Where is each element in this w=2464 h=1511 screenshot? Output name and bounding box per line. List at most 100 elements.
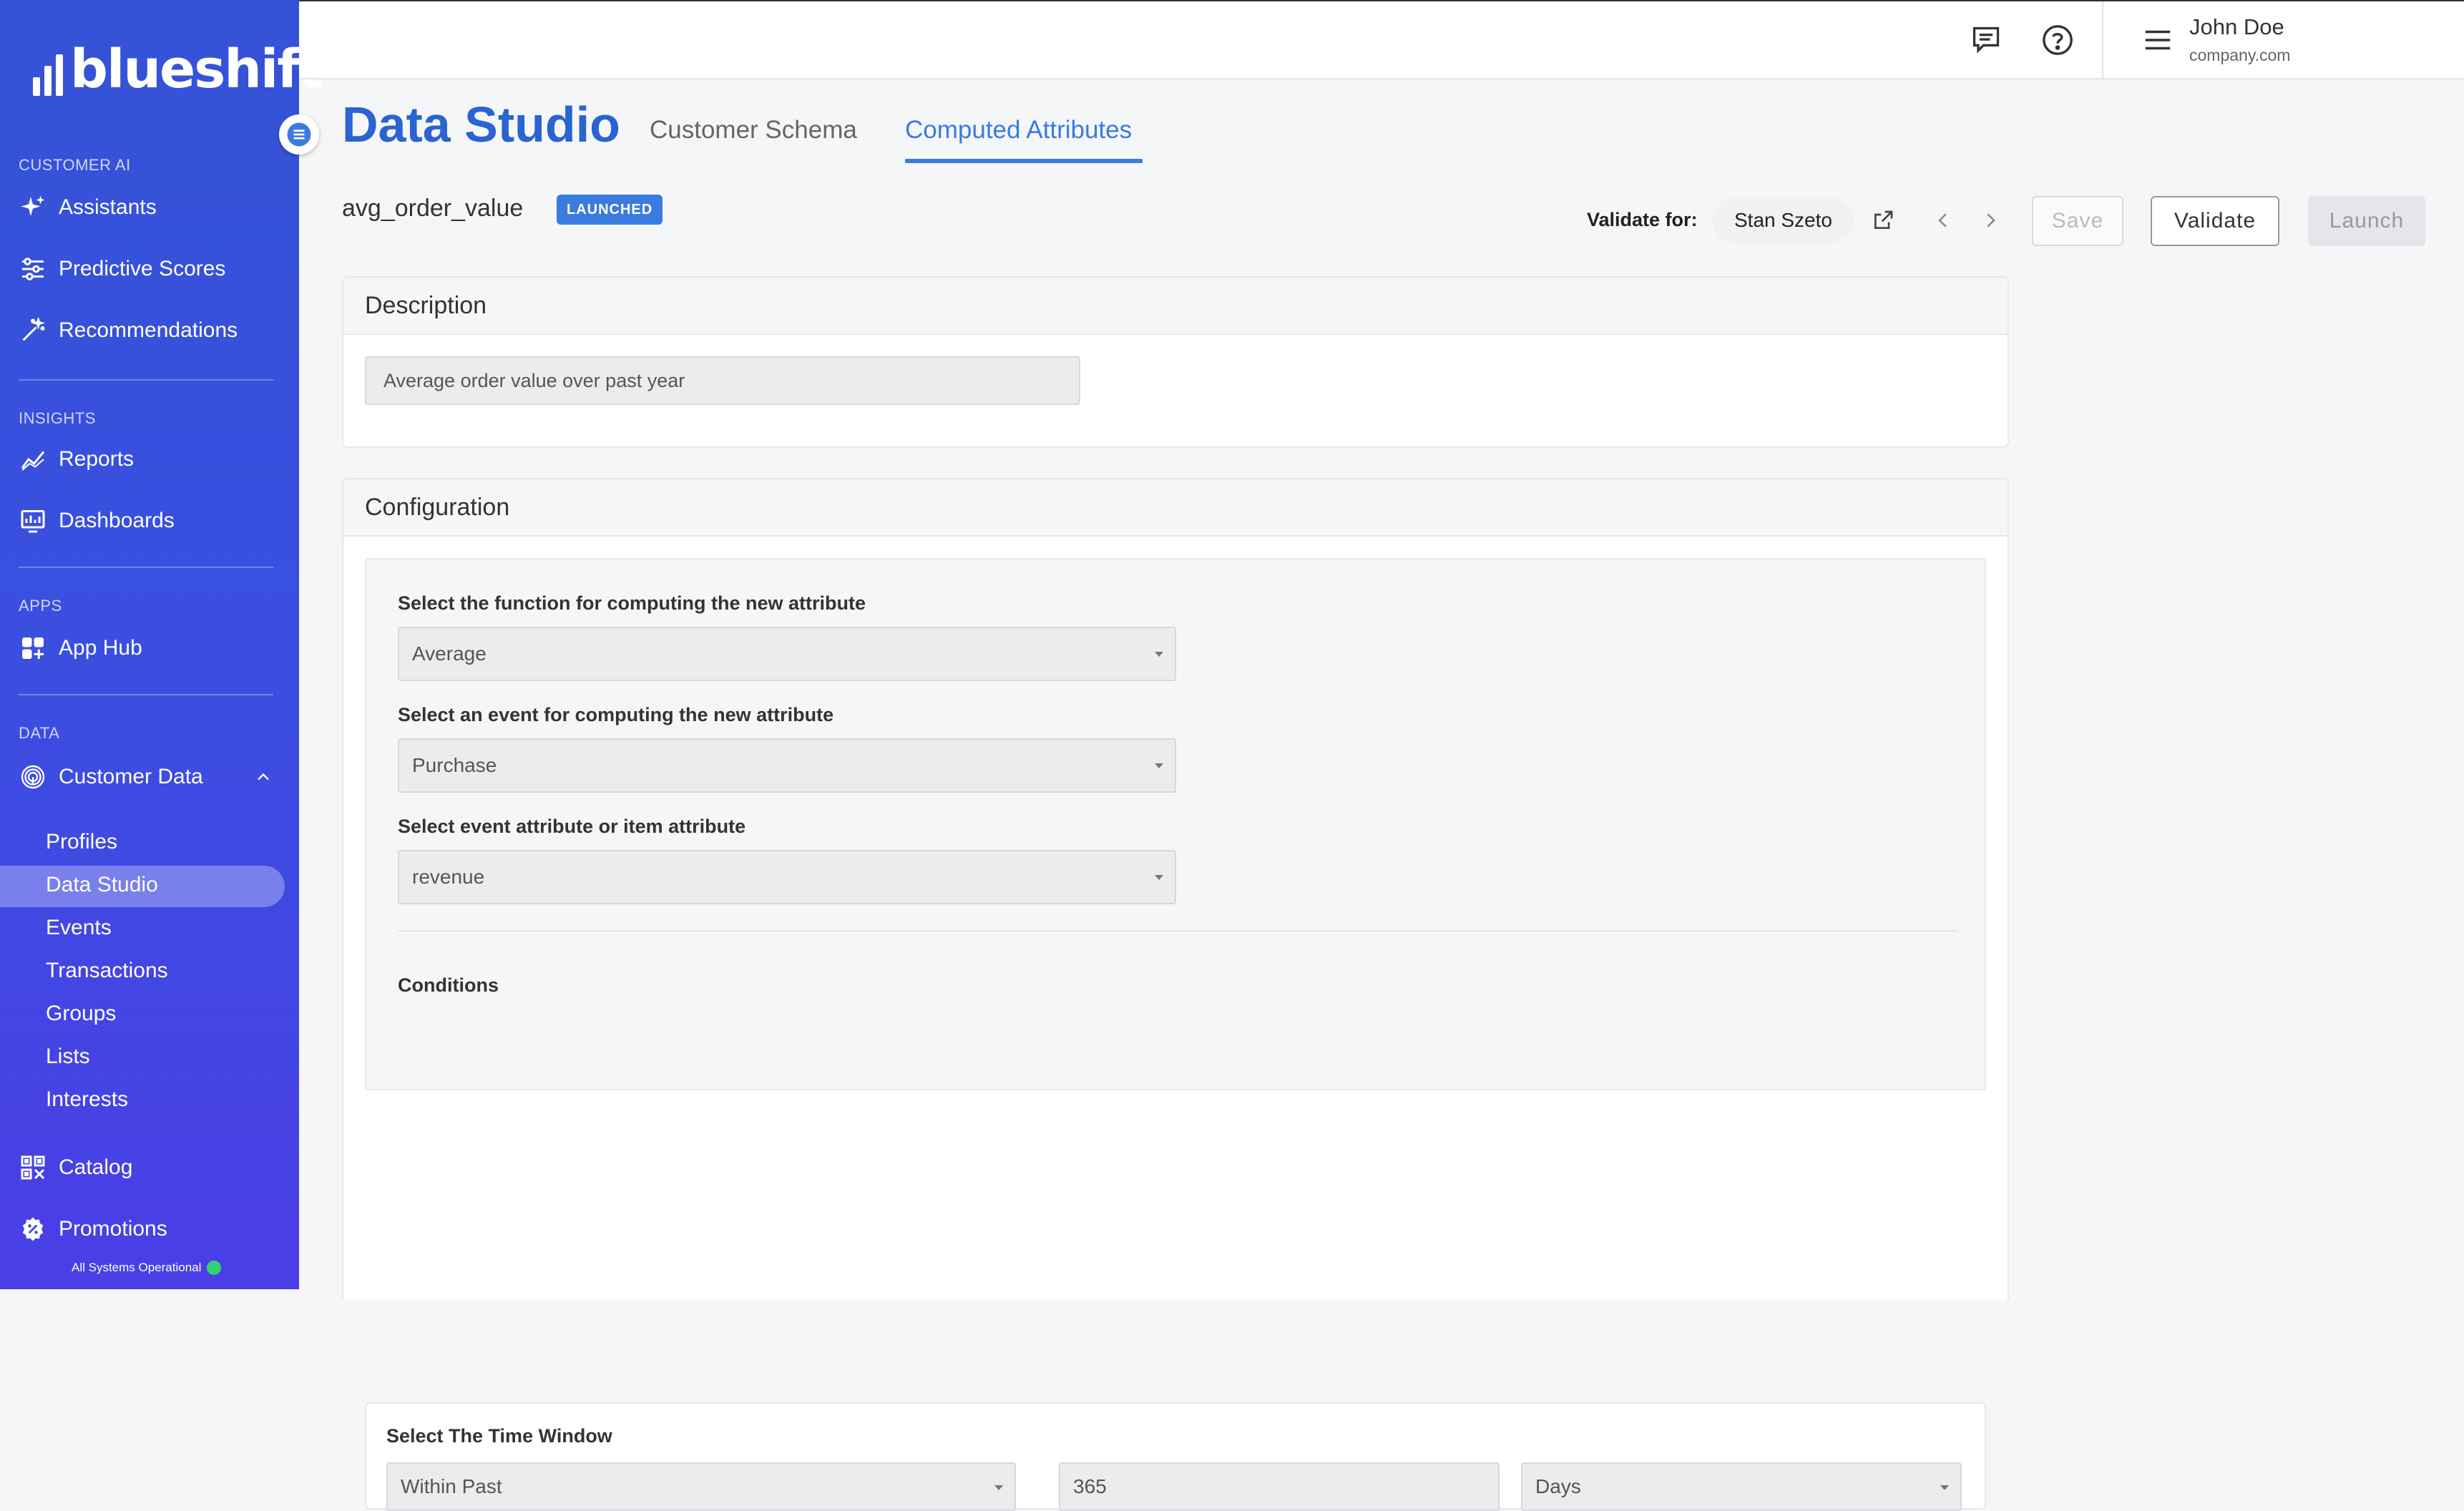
- configuration-card: Configuration Select the function for co…: [342, 478, 2009, 1511]
- magic-wand-icon: [19, 316, 47, 345]
- sparkle-icon: [19, 193, 47, 222]
- attribute-name: avg_order_value: [342, 195, 524, 222]
- sidebar-item-label: App Hub: [59, 636, 142, 660]
- chevron-right-icon[interactable]: [1976, 206, 2005, 235]
- time-window-label: Select The Time Window: [386, 1425, 612, 1447]
- logo-bars-icon: [33, 54, 63, 96]
- sidebar-subitem-interests[interactable]: Interests: [46, 1087, 128, 1112]
- time-window-box: Select The Time Window Within Past 365 D…: [365, 1402, 1986, 1511]
- line-chart-icon: [19, 445, 47, 474]
- badge-percent-icon: [19, 1215, 47, 1243]
- caret-down-icon: [1155, 652, 1163, 657]
- caret-down-icon: [1155, 763, 1163, 768]
- time-unit-select[interactable]: Days: [1521, 1462, 1962, 1511]
- time-amount-value: 365: [1073, 1475, 1107, 1497]
- description-input[interactable]: Average order value over past year: [365, 356, 1080, 405]
- sidebar-item-label: Reports: [59, 447, 135, 471]
- sidebar-item-dashboards[interactable]: Dashboards: [19, 507, 175, 535]
- topbar-divider: [2102, 1, 2103, 81]
- hamburger-menu-icon[interactable]: [2141, 23, 2175, 57]
- function-select[interactable]: Average: [398, 627, 1176, 681]
- chevron-left-icon[interactable]: [1929, 206, 1957, 235]
- dashboard-icon: [19, 507, 47, 535]
- chevron-up-icon: [253, 767, 273, 793]
- sidebar-item-customer-data[interactable]: Customer Data: [19, 763, 273, 791]
- description-card: Description Average order value over pas…: [342, 276, 2009, 448]
- sidebar-item-promotions[interactable]: Promotions: [19, 1215, 167, 1243]
- time-range-select[interactable]: Within Past: [386, 1462, 1016, 1511]
- active-tab-indicator: [905, 159, 1143, 163]
- section-label-customer-ai: CUSTOMER AI: [19, 156, 131, 174]
- user-org: company.com: [2189, 46, 2291, 64]
- function-label: Select the function for computing the ne…: [398, 592, 866, 614]
- sidebar-divider: [19, 694, 273, 695]
- time-unit-value: Days: [1535, 1475, 1581, 1497]
- sidebar: blueshift CUSTOMER AI Assistants Predict…: [0, 0, 324, 1289]
- attribute-value: revenue: [412, 866, 485, 888]
- fingerprint-icon: [19, 763, 47, 791]
- blueshift-logo[interactable]: blueshift: [33, 39, 324, 100]
- function-value: Average: [412, 642, 487, 665]
- sidebar-item-assistants[interactable]: Assistants: [19, 193, 157, 222]
- caret-down-icon: [994, 1485, 1003, 1490]
- sidebar-subitem-groups[interactable]: Groups: [46, 1002, 116, 1026]
- event-select[interactable]: Purchase: [398, 738, 1176, 793]
- section-label-apps: APPS: [19, 597, 62, 615]
- launch-button[interactable]: Launch: [2308, 196, 2425, 246]
- attribute-select[interactable]: revenue: [398, 850, 1176, 904]
- sidebar-item-label: Predictive Scores: [59, 257, 226, 280]
- time-range-value: Within Past: [401, 1475, 502, 1497]
- sidebar-item-label: Promotions: [59, 1217, 167, 1241]
- sidebar-subitem-transactions[interactable]: Transactions: [46, 959, 168, 983]
- sidebar-subitem-lists[interactable]: Lists: [46, 1045, 90, 1069]
- save-button[interactable]: Save: [2032, 196, 2123, 246]
- section-label-data: DATA: [19, 724, 60, 742]
- app-grid-icon: [19, 634, 47, 662]
- page-title: Data Studio: [342, 97, 620, 152]
- computation-settings: Select the function for computing the ne…: [365, 558, 1986, 1090]
- status-text: All Systems Operational: [72, 1261, 202, 1274]
- sidebar-divider: [19, 567, 273, 568]
- time-amount-input[interactable]: 365: [1059, 1462, 1500, 1511]
- sidebar-divider: [19, 379, 273, 381]
- status-badge: LAUNCHED: [557, 195, 663, 225]
- section-label-insights: INSIGHTS: [19, 409, 96, 427]
- tab-customer-schema[interactable]: Customer Schema: [650, 116, 857, 145]
- sidebar-item-app-hub[interactable]: App Hub: [19, 634, 142, 662]
- sidebar-item-label: Customer Data: [59, 765, 203, 788]
- sidebar-item-label: Dashboards: [59, 509, 175, 532]
- event-value: Purchase: [412, 754, 497, 776]
- menu-lines-icon: [287, 122, 311, 147]
- sidebar-item-label: Assistants: [59, 195, 157, 219]
- sidebar-item-recommendations[interactable]: Recommendations: [19, 316, 238, 345]
- caret-down-icon: [1940, 1485, 1949, 1490]
- validate-button[interactable]: Validate: [2151, 196, 2279, 246]
- sidebar-subitem-data-studio[interactable]: Data Studio: [46, 873, 158, 897]
- sidebar-subitem-events[interactable]: Events: [46, 916, 112, 940]
- configuration-header: Configuration: [343, 479, 2008, 537]
- status-dot-icon: [207, 1261, 222, 1275]
- tab-computed-attributes[interactable]: Computed Attributes: [905, 116, 1132, 145]
- external-link-icon[interactable]: [1869, 206, 1897, 235]
- validate-for-label: Validate for:: [1587, 209, 1698, 230]
- sidebar-item-predictive-scores[interactable]: Predictive Scores: [19, 255, 225, 283]
- conditions-label: Conditions: [398, 974, 499, 996]
- caret-down-icon: [1155, 875, 1163, 880]
- feedback-icon[interactable]: [1969, 23, 2003, 57]
- user-name[interactable]: John Doe: [2189, 14, 2284, 40]
- help-icon[interactable]: [2040, 23, 2075, 57]
- qr-code-icon: [19, 1153, 47, 1182]
- validate-user-selector[interactable]: Stan Szeto: [1713, 197, 1854, 243]
- attribute-label: Select event attribute or item attribute: [398, 816, 746, 837]
- sidebar-toggle-button[interactable]: [279, 114, 319, 155]
- logo-text: blueshift: [70, 39, 324, 100]
- sidebar-item-catalog[interactable]: Catalog: [19, 1153, 132, 1182]
- sidebar-item-label: Recommendations: [59, 318, 238, 342]
- sidebar-subitem-profiles[interactable]: Profiles: [46, 830, 117, 854]
- system-status[interactable]: All Systems Operational: [72, 1261, 222, 1275]
- description-header: Description: [343, 278, 2008, 335]
- top-bar: John Doe company.com: [299, 0, 2464, 81]
- sidebar-item-label: Catalog: [59, 1155, 133, 1179]
- sliders-icon: [19, 255, 47, 283]
- sidebar-item-reports[interactable]: Reports: [19, 445, 134, 474]
